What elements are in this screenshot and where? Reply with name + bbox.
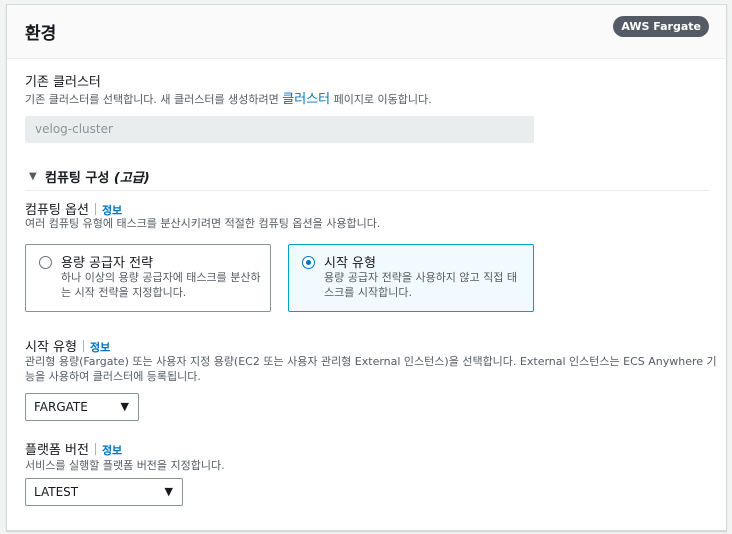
divider <box>94 443 96 455</box>
platform-version-info-link[interactable]: 정보 <box>102 444 122 457</box>
panel-title: 환경 <box>25 24 57 44</box>
tile-title: 시작 유형 <box>324 256 376 271</box>
launch-type-description-line2: 능을 사용하여 클러스터에 등록됩니다. <box>25 370 201 383</box>
launch-type-info-link[interactable]: 정보 <box>90 341 110 354</box>
compute-config-expander[interactable]: ▼ 컴퓨팅 구성 (고급) <box>25 164 710 191</box>
tile-description: 용량 공급자 전략을 사용하지 않고 직접 태스크를 시작합니다. <box>324 271 518 299</box>
panel-header: 환경 AWS Fargate <box>7 5 726 59</box>
launch-type-value: FARGATE <box>34 400 88 414</box>
tile-description: 하나 이상의 용량 공급자에 태스크를 분산하는 시작 전략을 지정합니다. <box>61 271 261 299</box>
platform-version-label-row: 플랫폼 버전 정보 <box>25 439 122 458</box>
description-text: 페이지로 이동합니다. <box>330 93 432 106</box>
clusters-link[interactable]: 클러스터 <box>282 92 330 107</box>
dropdown-arrow-icon: ▼ <box>164 485 173 498</box>
capacity-provider-radio[interactable] <box>39 256 52 269</box>
compute-options-description: 여러 컴퓨팅 유형에 태스크를 분산시키려면 적절한 컴퓨팅 옵션을 사용합니다… <box>25 217 381 230</box>
dropdown-arrow-icon: ▼ <box>120 400 129 413</box>
platform-version-description: 서비스를 실행할 플랫폼 버전을 지정합니다. <box>25 459 225 472</box>
fargate-badge: AWS Fargate <box>613 16 709 37</box>
compute-config-title-text: 컴퓨팅 구성 <box>45 171 114 186</box>
compute-config-advanced: (고급) <box>113 171 150 186</box>
platform-version-select[interactable]: LATEST ▼ <box>25 478 183 506</box>
description-text: 기존 클러스터를 선택합니다. 새 클러스터를 생성하려면 <box>25 93 283 106</box>
platform-version-value: LATEST <box>34 485 79 499</box>
existing-cluster-label: 기존 클러스터 <box>25 75 101 90</box>
launch-type-radio[interactable] <box>302 256 315 269</box>
platform-version-label: 플랫폼 버전 <box>25 443 89 458</box>
divider <box>82 340 84 352</box>
launch-type-label-row: 시작 유형 정보 <box>25 336 110 355</box>
launch-type-select[interactable]: FARGATE ▼ <box>25 393 139 421</box>
cluster-input-disabled: velog-cluster <box>25 116 534 143</box>
divider <box>94 203 96 215</box>
capacity-provider-strategy-tile[interactable]: 용량 공급자 전략 하나 이상의 용량 공급자에 태스크를 분산하는 시작 전략… <box>25 244 271 312</box>
tile-title: 용량 공급자 전략 <box>61 256 153 271</box>
caret-down-icon: ▼ <box>29 171 37 182</box>
compute-config-title: 컴퓨팅 구성 (고급) <box>45 167 150 186</box>
launch-type-label: 시작 유형 <box>25 340 77 355</box>
launch-type-tile[interactable]: 시작 유형 용량 공급자 전략을 사용하지 않고 직접 태스크를 시작합니다. <box>288 244 534 312</box>
launch-type-description-line1: 관리형 용량(Fargate) 또는 사용자 지정 용량(EC2 또는 사용자 … <box>25 355 717 368</box>
existing-cluster-description: 기존 클러스터를 선택합니다. 새 클러스터를 생성하려면 클러스터 페이지로 … <box>25 92 432 107</box>
environment-panel: 환경 AWS Fargate 기존 클러스터 기존 클러스터를 선택합니다. 새… <box>6 4 727 531</box>
